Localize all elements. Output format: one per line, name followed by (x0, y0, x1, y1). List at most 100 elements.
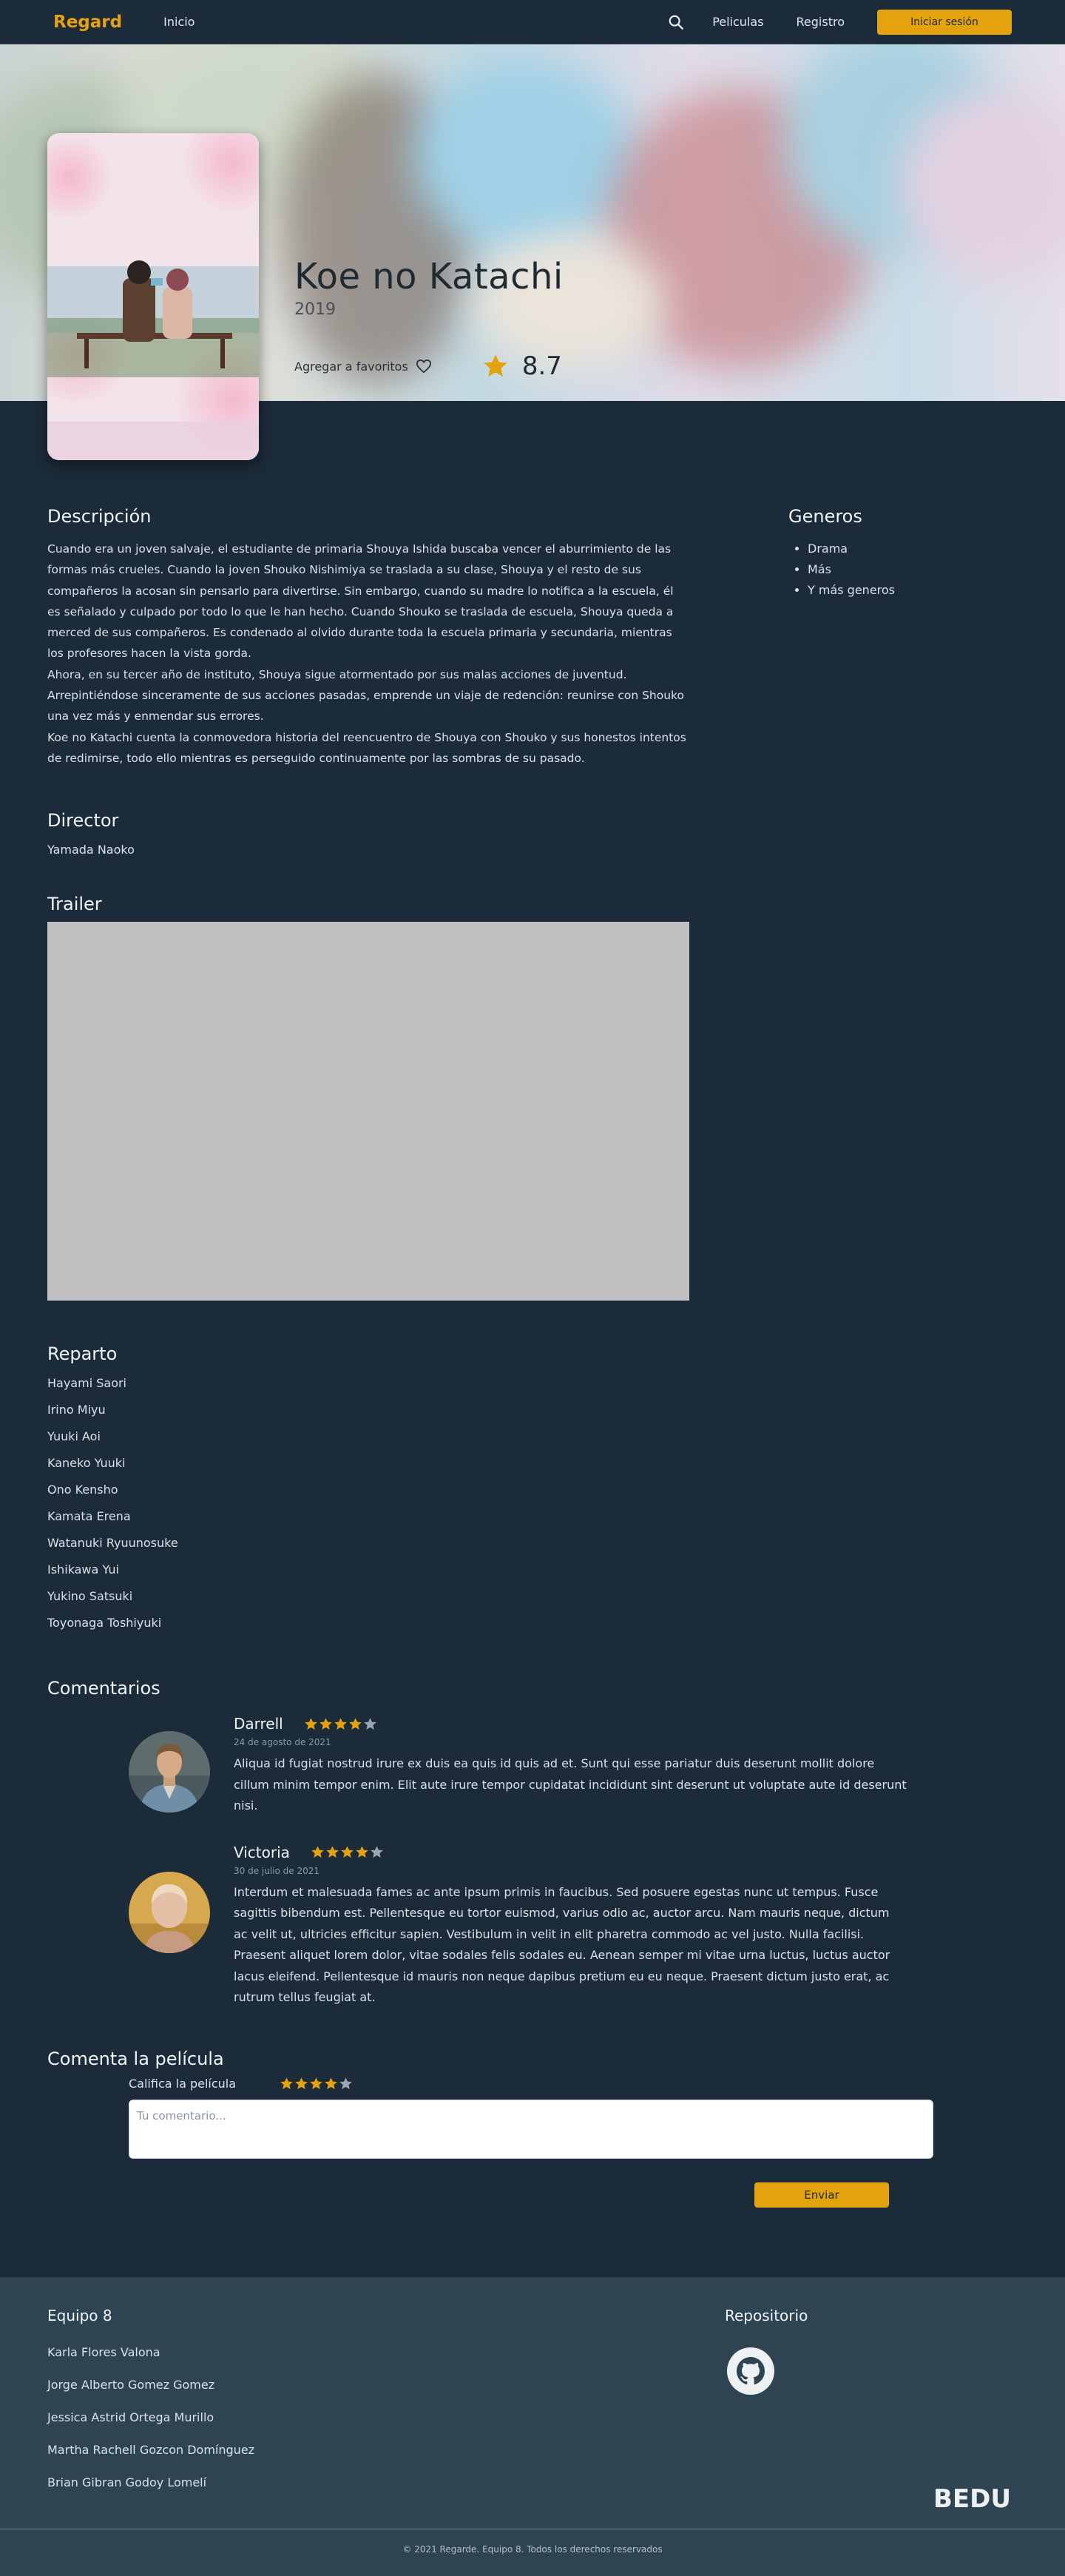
cast-member: Hayami Saori (47, 1376, 126, 1391)
star-filled-icon[interactable] (294, 2077, 308, 2091)
github-icon[interactable] (726, 2347, 775, 2395)
cast-member: Ishikawa Yui (47, 1562, 119, 1577)
comment-rating (304, 1717, 378, 1731)
trailer-section: Trailer (47, 894, 1018, 1301)
nav-link-register[interactable]: Registro (797, 15, 845, 29)
heart-icon[interactable] (416, 359, 432, 374)
genres-section: Generos Drama Más Y más generos (788, 506, 895, 769)
footer-repo: Repositorio (725, 2307, 808, 2398)
trailer-video[interactable] (47, 922, 689, 1301)
genre-item[interactable]: Más (808, 559, 895, 580)
navbar: Regard Inicio Peliculas Registro Iniciar… (0, 0, 1065, 44)
nav-link-home[interactable]: Inicio (163, 15, 195, 29)
comment-author: Darrell (234, 1715, 283, 1733)
movie-hero: Koe no Katachi 2019 Agregar a favoritos … (0, 44, 1065, 460)
send-button[interactable]: Enviar (754, 2182, 889, 2208)
comment-form: Comenta la película Califica la película… (47, 2049, 1018, 2208)
comment-author: Victoria (234, 1843, 290, 1861)
add-favorite-label[interactable]: Agregar a favoritos (294, 360, 408, 374)
cast-member: Irino Miyu (47, 1403, 106, 1417)
comment-date: 30 de julio de 2021 (234, 1865, 320, 1876)
svg-text:BEDU: BEDU (933, 2484, 1011, 2512)
star-filled-icon (311, 1846, 324, 1858)
comment-item: Darrell 24 de agosto de 2021 Aliqua id f… (129, 1715, 1018, 1817)
comment-body: Darrell 24 de agosto de 2021 Aliqua id f… (234, 1715, 907, 1817)
team-member: Brian Gibran Godoy Lomelí (47, 2475, 207, 2489)
director-name: Yamada Naoko (47, 843, 135, 857)
comment-rating (311, 1845, 385, 1859)
star-empty-icon[interactable] (339, 2077, 353, 2091)
comment-date: 24 de agosto de 2021 (234, 1737, 331, 1748)
login-button[interactable]: Iniciar sesión (877, 9, 1012, 35)
brand-logo[interactable]: Regard (53, 13, 122, 32)
bedu-logo: BEDU (933, 2484, 1011, 2512)
rating-value: 8.7 (521, 351, 562, 381)
movie-title: Koe no Katachi (294, 256, 564, 297)
rate-row: Califica la película (129, 2077, 1018, 2091)
footer-team: Equipo 8 Karla Flores Valona Jorge Alber… (47, 2307, 254, 2508)
team-member: Jorge Alberto Gomez Gomez (47, 2378, 215, 2392)
comments-section: Comentarios Darrell 24 de agosto de 2021… (47, 1678, 1018, 2009)
movie-actions: Agregar a favoritos 8.7 (294, 351, 564, 381)
star-filled-icon[interactable] (280, 2077, 294, 2091)
comment-input[interactable] (129, 2099, 933, 2159)
movie-year: 2019 (294, 300, 336, 319)
star-filled-icon (326, 1846, 339, 1858)
nav-link-movies[interactable]: Peliculas (712, 15, 763, 29)
star-filled-icon (356, 1846, 368, 1858)
rating-star-icon (484, 354, 507, 377)
comment-header: Victoria (234, 1844, 907, 1861)
star-filled-icon (319, 1717, 332, 1730)
rate-label: Califica la película (129, 2076, 237, 2091)
star-empty-icon (371, 1846, 383, 1858)
avatar (129, 1871, 210, 1953)
cast-title: Reparto (47, 1343, 118, 1365)
movie-info: Koe no Katachi 2019 Agregar a favoritos … (294, 256, 564, 381)
cast-member: Toyonaga Toshiyuki (47, 1616, 162, 1631)
genres-title: Generos (788, 506, 862, 527)
rate-stars[interactable] (280, 2077, 354, 2091)
comment-body: Victoria 30 de julio de 2021 Interdum et… (234, 1844, 907, 2009)
genre-item[interactable]: Drama (808, 539, 895, 559)
description-title: Descripción (47, 506, 152, 527)
team-member: Jessica Astrid Ortega Murillo (47, 2410, 214, 2424)
send-row: Enviar (47, 2182, 889, 2208)
cast-member: Ono Kensho (47, 1483, 118, 1497)
comments-title: Comentarios (47, 1678, 160, 1699)
cast-member: Yuuki Aoi (47, 1429, 101, 1444)
team-member: Karla Flores Valona (47, 2345, 160, 2359)
description-row: Descripción Cuando era un joven salvaje,… (47, 506, 1018, 769)
comment-text: Interdum et malesuada fames ac ante ipsu… (234, 1884, 890, 2005)
genres-list: Drama Más Y más generos (788, 539, 895, 601)
star-filled-icon[interactable] (324, 2077, 338, 2091)
star-filled-icon (304, 1717, 317, 1730)
cast-member: Kaneko Yuuki (47, 1456, 126, 1471)
cast-section: Reparto Hayami Saori Irino Miyu Yuuki Ao… (47, 1343, 1018, 1636)
description-text: Cuando era un joven salvaje, el estudian… (47, 542, 686, 765)
comment-form-title: Comenta la película (47, 2048, 224, 2069)
star-filled-icon (334, 1717, 347, 1730)
repo-title: Repositorio (725, 2307, 808, 2324)
star-filled-icon (341, 1846, 354, 1858)
star-filled-icon (348, 1717, 362, 1730)
cast-member: Watanuki Ryuunosuke (47, 1536, 178, 1551)
comment-text: Aliqua id fugiat nostrud irure ex duis e… (234, 1756, 907, 1813)
cast-member: Kamata Erena (47, 1509, 131, 1524)
copyright-text: © 2021 Regarde. Equipo 8. Todos los dere… (402, 2544, 663, 2555)
nav-right: Peliculas Registro Iniciar sesión (668, 9, 1012, 35)
cast-member: Yukino Satsuki (47, 1589, 133, 1604)
comment-item: Victoria 30 de julio de 2021 Interdum et… (129, 1844, 1018, 2009)
search-icon[interactable] (668, 14, 684, 30)
avatar (129, 1731, 210, 1813)
director-section: Director Yamada Naoko (47, 810, 1018, 857)
description-section: Descripción Cuando era un joven salvaje,… (47, 506, 689, 769)
movie-details: Descripción Cuando era un joven salvaje,… (0, 401, 1065, 2208)
genre-item[interactable]: Y más generos (808, 580, 895, 601)
comment-header: Darrell (234, 1715, 907, 1733)
team-title: Equipo 8 (47, 2307, 112, 2324)
team-member: Martha Rachell Gozcon Domínguez (47, 2443, 255, 2457)
star-filled-icon[interactable] (309, 2077, 323, 2091)
trailer-title: Trailer (47, 894, 102, 915)
star-empty-icon (363, 1717, 376, 1730)
footer: Equipo 8 Karla Flores Valona Jorge Alber… (0, 2277, 1065, 2576)
